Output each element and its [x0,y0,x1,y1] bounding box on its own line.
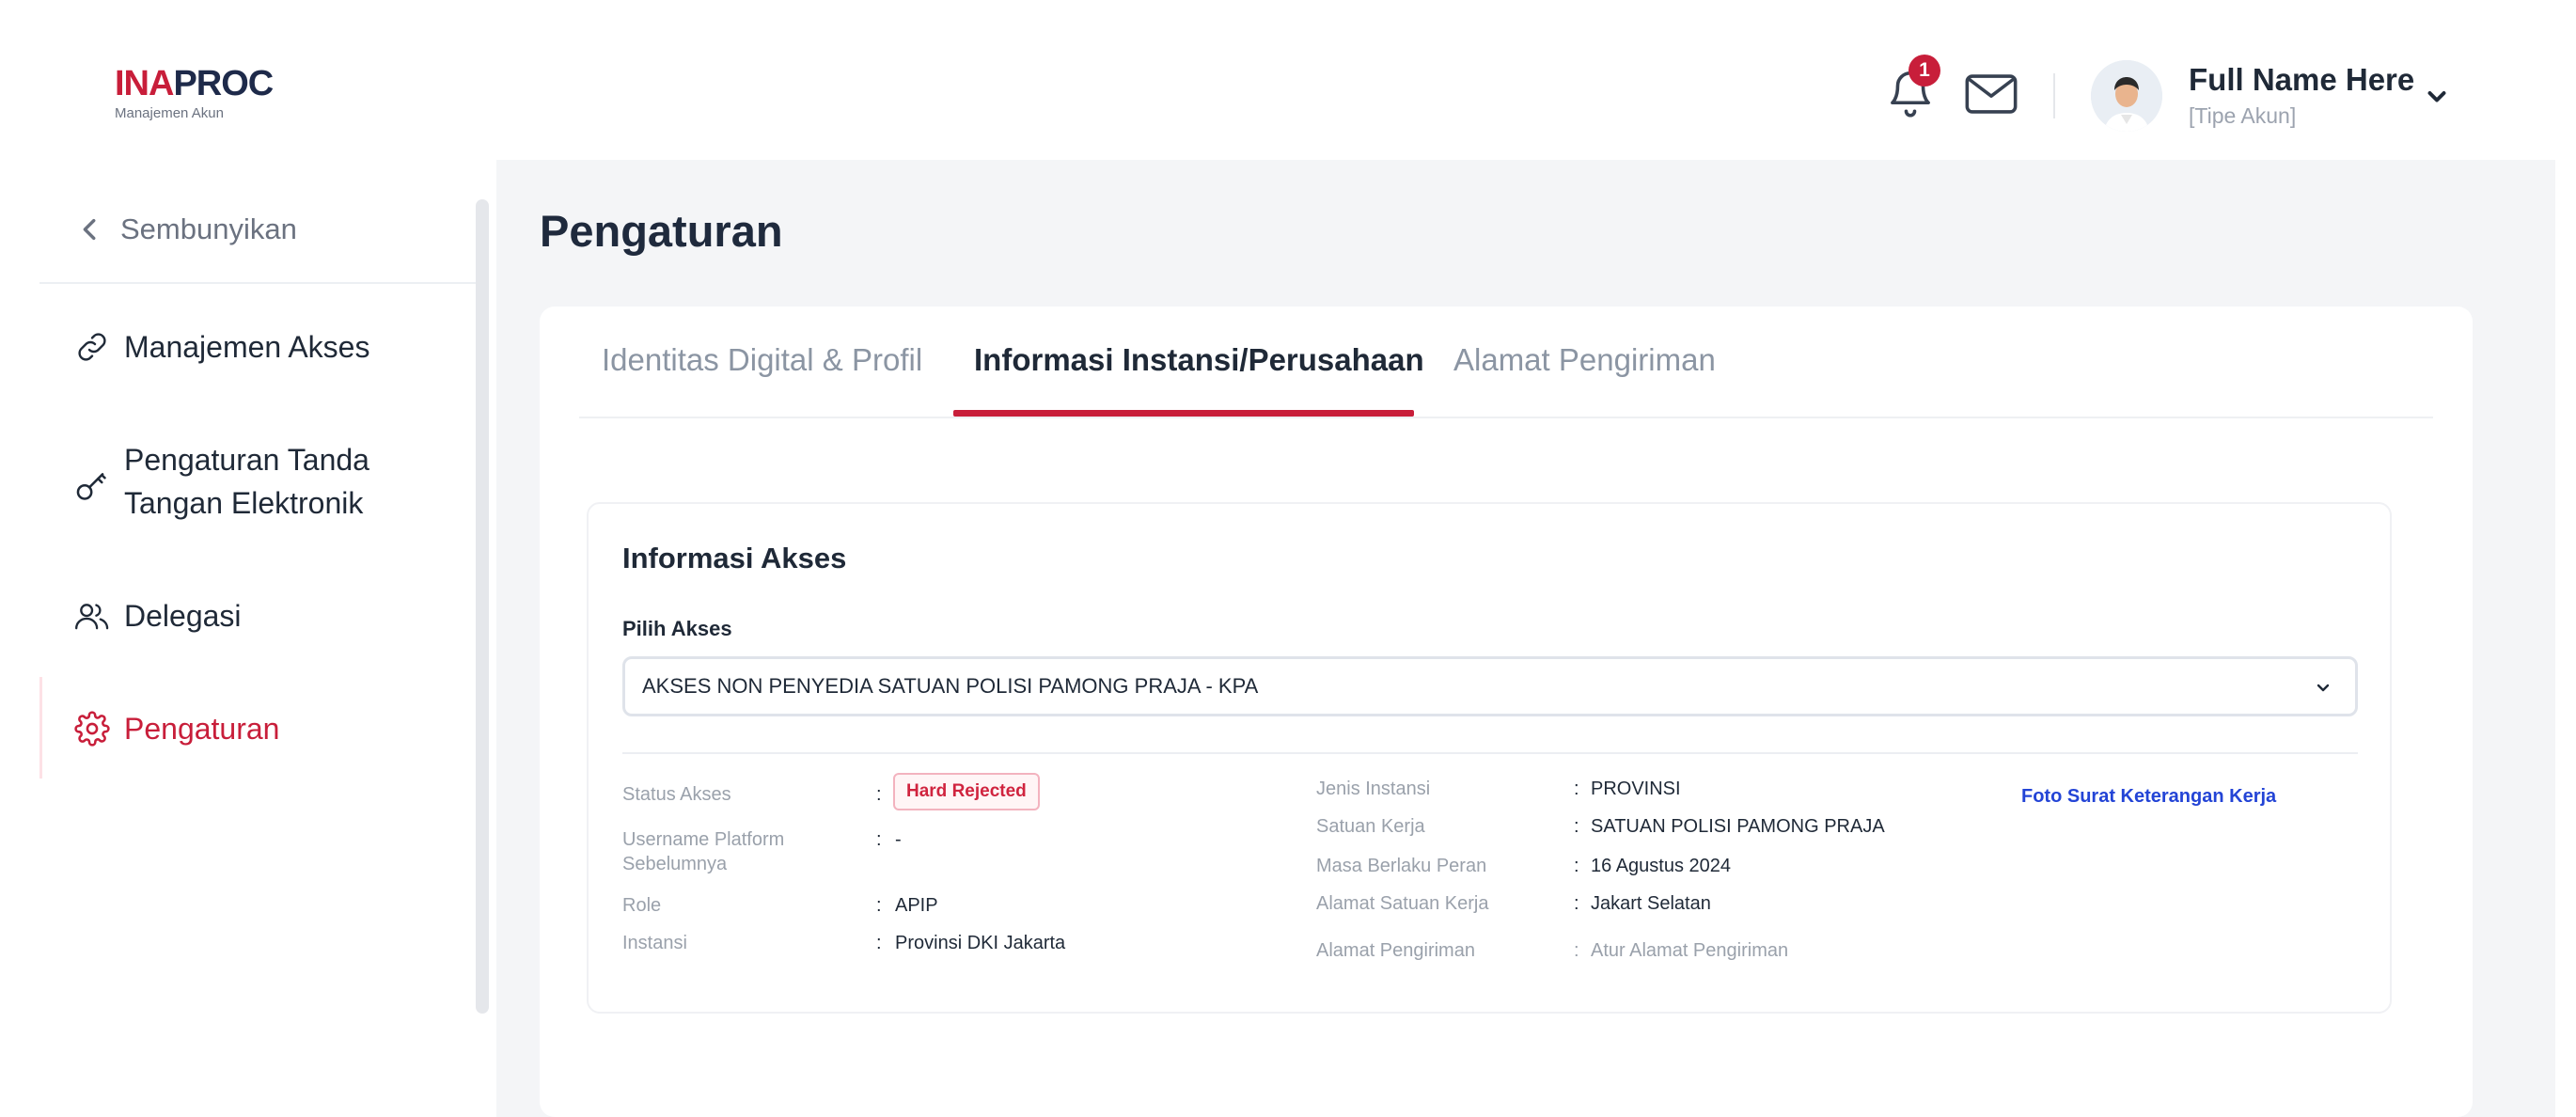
details-divider [622,752,2358,754]
chevron-down-icon [2427,91,2446,102]
satuan-kerja-separator: : [1574,816,1579,837]
mail-icon [1965,74,2018,114]
gear-icon [73,707,111,750]
username-platform-label-line1: Username Platform [622,829,785,850]
top-header: INAPROC Manajemen Akun 1 Full Name Here … [0,0,2576,160]
section-title: Informasi Akses [622,542,847,574]
status-badge: Hard Rejected [893,773,1040,810]
link-icon [73,325,111,369]
status-akses-separator: : [876,784,882,805]
atur-alamat-pengiriman-link[interactable]: Atur Alamat Pengiriman [1591,938,1788,963]
sidebar-item-label: Pengaturan Tanda Tangan Elektronik [124,438,369,525]
active-item-indicator [39,677,42,779]
sidebar-item-label-line1: Pengaturan Tanda [124,443,369,477]
logo-text-ina: INA [115,64,174,103]
role-label: Role [622,895,662,916]
sidebar-item-label-line2: Tangan Elektronik [124,486,364,520]
sidebar-item-label: Manajemen Akses [124,330,370,364]
username-platform-value: - [895,829,902,850]
select-access-label: Pilih Akses [622,617,732,640]
header-divider [2053,73,2055,118]
status-akses-label: Status Akses [622,784,731,805]
jenis-instansi-separator: : [1574,779,1579,799]
masa-berlaku-label: Masa Berlaku Peran [1316,856,1487,876]
user-menu-toggle[interactable] [2420,79,2454,113]
role-separator: : [876,895,882,916]
tab-identitas-digital-profil[interactable]: Identitas Digital & Profil [602,342,922,378]
instansi-value: Provinsi DKI Jakarta [895,933,1066,953]
active-tab-indicator [953,410,1414,417]
sidebar-divider [39,282,476,284]
sidebar-item-tanda-tangan-elektronik[interactable]: Pengaturan Tanda Tangan Elektronik [73,438,369,525]
access-select[interactable]: AKSES NON PENYEDIA SATUAN POLISI PAMONG … [622,656,2358,716]
sidebar-scrollbar[interactable] [476,199,489,1014]
hide-sidebar-button[interactable]: Sembunyikan [79,212,297,246]
users-icon [73,594,111,637]
hide-sidebar-label: Sembunyikan [120,212,297,245]
chevron-left-icon [83,218,96,241]
alamat-satuan-kerja-separator: : [1574,893,1579,914]
access-info-panel [587,502,2392,1014]
messages-button[interactable] [1961,68,2021,120]
status-akses-value: Hard Rejected [893,773,1040,810]
instansi-separator: : [876,933,882,953]
foto-surat-keterangan-kerja-link[interactable]: Foto Surat Keterangan Kerja [2021,786,2276,808]
username-platform-label-line2: Sebelumnya [622,854,728,874]
user-avatar[interactable] [2091,60,2162,132]
tab-alamat-pengiriman[interactable]: Alamat Pengiriman [1453,342,1716,378]
notification-count-badge: 1 [1908,55,1940,87]
avatar-image [2091,60,2162,132]
logo-title: INAPROC [115,64,274,103]
masa-berlaku-separator: : [1574,856,1579,876]
alamat-pengiriman-separator: : [1574,940,1579,961]
user-name[interactable]: Full Name Here [2189,62,2414,98]
page-title: Pengaturan [540,206,783,256]
username-platform-separator: : [876,829,882,850]
logo-subtitle: Manajemen Akun [115,105,224,121]
sidebar [0,160,496,1117]
alamat-satuan-kerja-value: Jakart Selatan [1591,893,1711,914]
jenis-instansi-value: PROVINSI [1591,779,1681,799]
satuan-kerja-value: SATUAN POLISI PAMONG PRAJA [1591,816,1885,837]
masa-berlaku-value: 16 Agustus 2024 [1591,856,1732,876]
alamat-pengiriman-label: Alamat Pengiriman [1316,940,1475,961]
user-account-type: [Tipe Akun] [2189,103,2297,128]
logo-text-proc: PROC [173,64,274,103]
tabs-divider [579,417,2433,418]
username-platform-label: Username Platform Sebelumnya [622,827,784,876]
tab-informasi-instansi[interactable]: Informasi Instansi/Perusahaan [974,342,1424,378]
access-select-value: AKSES NON PENYEDIA SATUAN POLISI PAMONG … [642,674,1259,698]
sidebar-item-delegasi[interactable]: Delegasi [73,594,242,637]
sidebar-item-manajemen-akses[interactable]: Manajemen Akses [73,325,369,369]
instansi-label: Instansi [622,933,687,953]
sidebar-item-label: Delegasi [124,599,242,633]
sidebar-item-label: Pengaturan [124,712,280,746]
inaproc-logo[interactable]: INAPROC Manajemen Akun [115,64,274,121]
role-value: APIP [895,895,938,916]
alamat-satuan-kerja-label: Alamat Satuan Kerja [1316,893,1489,914]
key-icon [73,464,111,508]
satuan-kerja-label: Satuan Kerja [1316,816,1425,837]
jenis-instansi-label: Jenis Instansi [1316,779,1431,799]
sidebar-item-pengaturan[interactable]: Pengaturan [73,707,279,750]
chevron-down-icon [2317,684,2330,692]
